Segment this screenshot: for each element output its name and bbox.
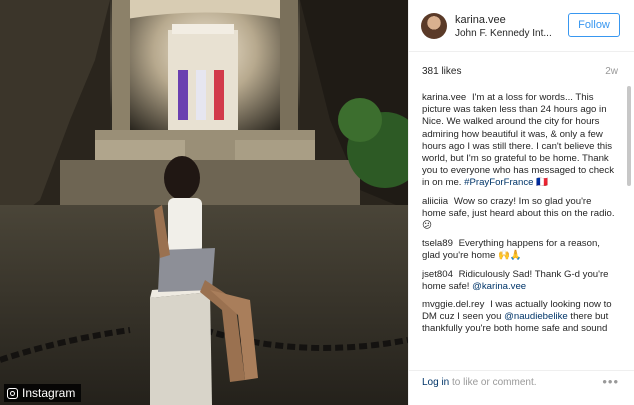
follow-button[interactable]: Follow (568, 13, 620, 37)
list-item: tsela89 Everything happens for a reason,… (422, 238, 618, 262)
instagram-logo-icon (7, 387, 18, 399)
comment-username[interactable]: jset804 (422, 269, 453, 280)
list-item: jset804 Ridiculously Sad! Thank G-d you'… (422, 269, 618, 293)
list-item: mvggie.del.rey I was actually looking no… (422, 299, 618, 336)
post-sidebar: karina.vee John F. Kennedy Int... Follow… (408, 0, 634, 405)
comment-username[interactable]: tsela89 (422, 238, 453, 249)
comment-username[interactable]: karina.vee (422, 92, 466, 103)
comment-text: I'm at a loss for words... This picture … (422, 92, 614, 189)
post-age[interactable]: 2w (605, 66, 618, 77)
comment-username[interactable]: aliiciia (422, 196, 448, 207)
post-location[interactable]: John F. Kennedy Int... (455, 28, 563, 39)
post-header: karina.vee John F. Kennedy Int... Follow (409, 0, 634, 52)
comments-scrollbar[interactable] (627, 86, 631, 186)
avatar[interactable] (421, 13, 447, 39)
post-photo: Instagram (0, 0, 408, 405)
post-footer: Log in to like or comment. ••• (409, 370, 634, 405)
login-prompt: Log in to like or comment. (422, 377, 537, 388)
comment-text: Wow so crazy! Im so glad you're home saf… (422, 195, 615, 232)
comment-list: karina.vee I'm at a loss for words... Th… (422, 92, 618, 360)
mention-link[interactable]: @karina.vee (472, 281, 526, 292)
caption-comment: karina.vee I'm at a loss for words... Th… (422, 92, 618, 190)
watermark-label: Instagram (22, 386, 76, 400)
login-link[interactable]: Log in (422, 377, 449, 388)
photo-image (0, 0, 408, 405)
instagram-watermark: Instagram (4, 384, 82, 402)
comment-username[interactable]: mvggie.del.rey (422, 299, 484, 310)
post-meta: 381 likes 2w (409, 60, 634, 86)
list-item: aliiciia Wow so crazy! Im so glad you're… (422, 196, 618, 233)
flag-emoji: 🇫🇷 (536, 177, 549, 189)
hashtag-link[interactable]: #PrayForFrance (464, 177, 533, 188)
login-suffix: to like or comment. (449, 377, 537, 388)
mention-link[interactable]: @naudiebelike (504, 311, 568, 322)
likes-count[interactable]: 381 likes (422, 66, 461, 77)
author-username[interactable]: karina.vee (455, 14, 506, 26)
ellipsis-icon[interactable]: ••• (602, 374, 619, 389)
